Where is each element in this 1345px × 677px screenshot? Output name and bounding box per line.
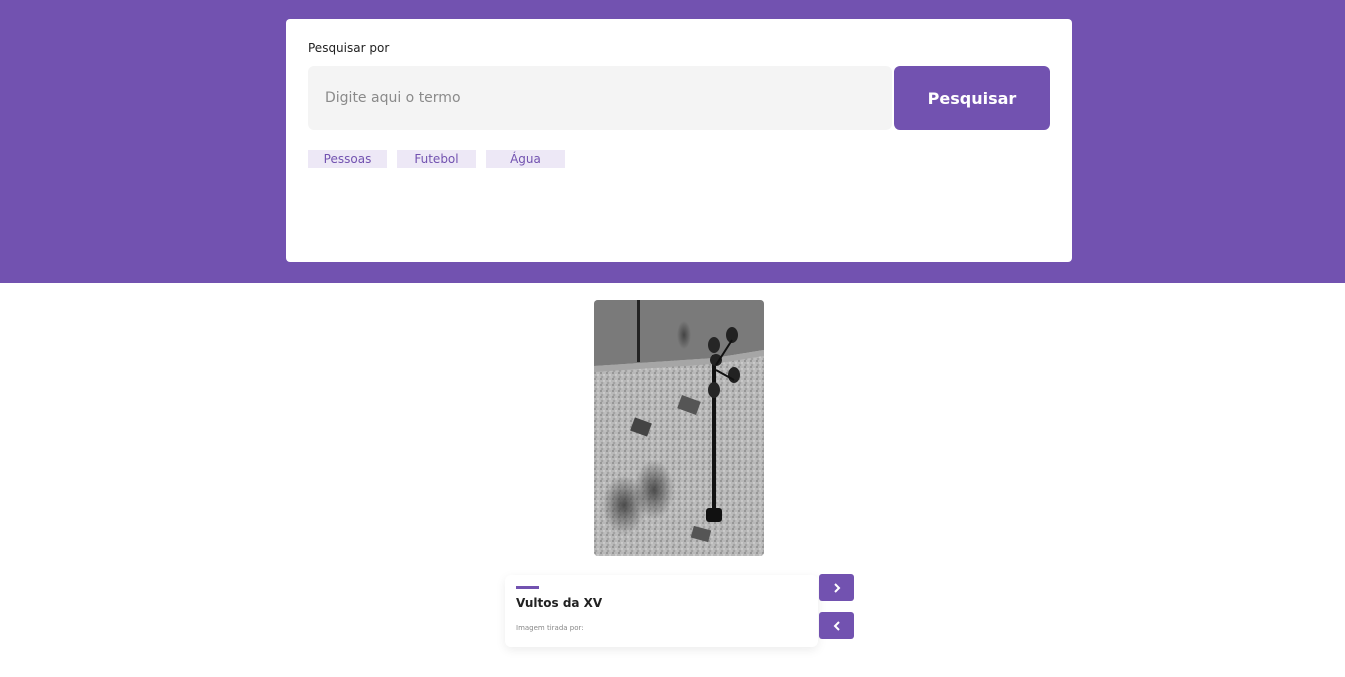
search-input[interactable]: [308, 66, 892, 130]
caption-accent-bar: [516, 586, 539, 589]
search-button[interactable]: Pesquisar: [894, 66, 1050, 130]
next-image-button[interactable]: [819, 574, 854, 601]
chevron-left-icon: [833, 620, 840, 631]
search-card: Pesquisar por Pesquisar Pessoas Futebol …: [286, 19, 1072, 262]
caption-title: Vultos da XV: [516, 596, 603, 610]
prev-image-button[interactable]: [819, 612, 854, 639]
caption-card: Vultos da XV Imagem tirada por:: [505, 575, 818, 647]
tag-list: Pessoas Futebol Água: [308, 150, 565, 168]
tag-futebol[interactable]: Futebol: [397, 150, 476, 168]
tag-pessoas[interactable]: Pessoas: [308, 150, 387, 168]
street-lamp-photo: [594, 300, 764, 556]
chevron-right-icon: [833, 582, 840, 593]
tag-agua[interactable]: Água: [486, 150, 565, 168]
gallery-photo: [594, 300, 764, 556]
caption-credit: Imagem tirada por:: [516, 624, 584, 632]
search-label: Pesquisar por: [308, 41, 390, 55]
